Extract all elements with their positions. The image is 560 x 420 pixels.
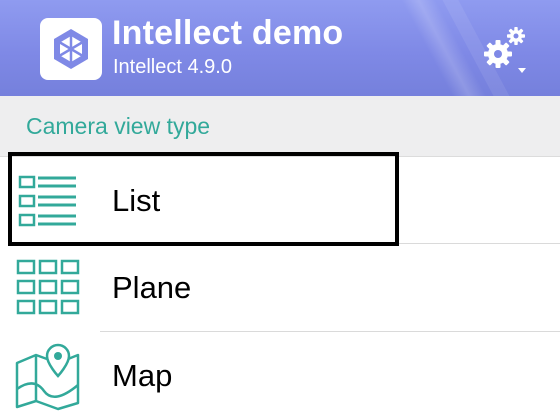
- menu-item-label: Map: [112, 358, 173, 393]
- settings-button[interactable]: [478, 22, 534, 78]
- map-icon: [14, 342, 82, 411]
- app-title: Intellect demo: [112, 14, 344, 52]
- app-logo-icon: [40, 18, 102, 80]
- app-header: Intellect demo Intellect 4.9.0: [0, 0, 560, 96]
- grid-icon: [14, 254, 82, 322]
- menu-item-plane[interactable]: Plane: [0, 244, 560, 332]
- gear-icon: [484, 27, 526, 73]
- menu-item-list[interactable]: List: [0, 157, 560, 245]
- menu-item-map[interactable]: Map: [0, 332, 560, 420]
- section-title: Camera view type: [26, 113, 211, 139]
- menu-item-label: Plane: [112, 270, 192, 305]
- section-header: Camera view type: [0, 96, 560, 157]
- menu-item-label: List: [112, 183, 161, 218]
- list-icon: [14, 167, 82, 235]
- app-version: Intellect 4.9.0: [113, 56, 232, 78]
